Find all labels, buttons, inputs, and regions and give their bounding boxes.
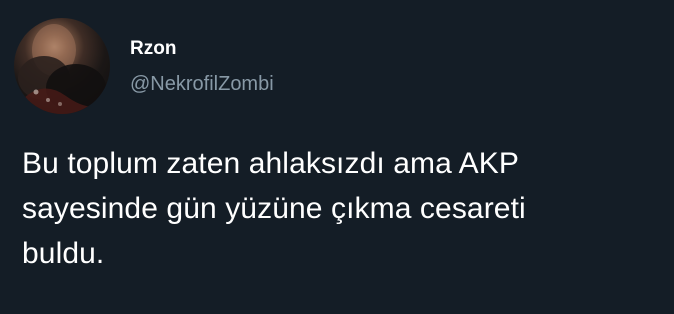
tweet-header: Rzon @NekrofilZombi [14, 18, 274, 114]
display-name[interactable]: Rzon [130, 37, 274, 61]
tweet-card: Rzon @NekrofilZombi Bu toplum zaten ahla… [0, 0, 674, 314]
user-handle[interactable]: @NekrofilZombi [130, 71, 274, 97]
user-avatar[interactable] [14, 18, 110, 114]
avatar-photo-icon [14, 24, 110, 114]
tweet-text: Bu toplum zaten ahlaksızdı ama AKP sayes… [22, 147, 526, 270]
user-names: Rzon @NekrofilZombi [130, 35, 274, 97]
